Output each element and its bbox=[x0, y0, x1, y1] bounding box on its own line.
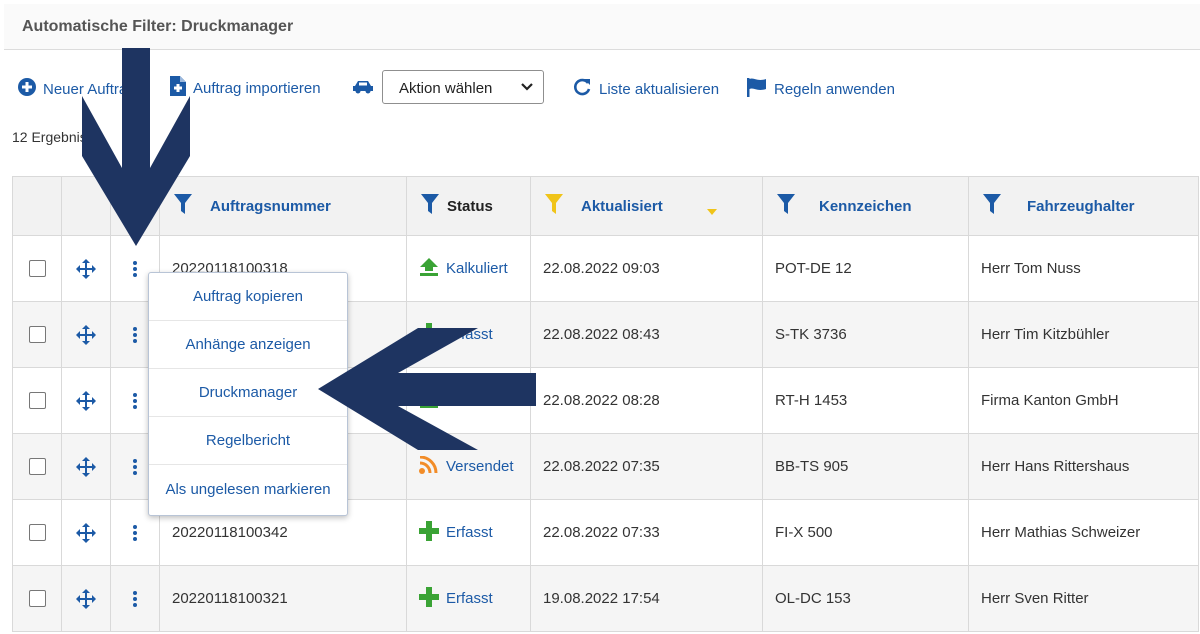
plate-cell: FI-X 500 bbox=[775, 524, 833, 541]
filter-icon[interactable] bbox=[421, 194, 439, 218]
filter-icon[interactable] bbox=[777, 194, 795, 218]
updated-cell: 22.08.2022 08:43 bbox=[543, 326, 660, 343]
menu-item-mark-unread[interactable]: Als ungelesen markieren bbox=[149, 465, 347, 513]
status-label: Erfasst bbox=[446, 524, 493, 541]
kebab-menu-icon[interactable] bbox=[133, 524, 137, 541]
page-title: Automatische Filter: Druckmanager bbox=[22, 18, 294, 35]
row-select-cell bbox=[12, 565, 62, 632]
flag-icon bbox=[747, 77, 767, 101]
row-move-cell bbox=[61, 433, 111, 500]
status-cell: Versendet bbox=[407, 455, 530, 478]
plate-cell: BB-TS 905 bbox=[775, 458, 849, 475]
owner-cell: Herr Mathias Schweizer bbox=[981, 524, 1141, 541]
row-select-cell bbox=[12, 499, 62, 566]
owner-cell: Herr Tim Kitzbühler bbox=[981, 326, 1110, 343]
updated-cell: 22.08.2022 07:35 bbox=[543, 458, 660, 475]
column-label-updated: Aktualisiert bbox=[581, 197, 663, 215]
kebab-menu-icon[interactable] bbox=[133, 590, 137, 607]
row-checkbox[interactable] bbox=[28, 590, 46, 607]
down-arrow-annotation bbox=[82, 48, 190, 246]
row-checkbox[interactable] bbox=[28, 524, 46, 541]
column-header-owner[interactable]: Fahrzeughalter bbox=[968, 176, 1199, 236]
column-header-plate[interactable]: Kennzeichen bbox=[762, 176, 969, 236]
table-row[interactable]: 20220118100321 Erfasst 19.08.2022 17:54 OL-… bbox=[12, 565, 1199, 632]
apply-rules-label: Regeln anwenden bbox=[774, 80, 895, 98]
action-select-value: Aktion wählen bbox=[399, 80, 493, 97]
order-number[interactable]: 20220118100342 bbox=[160, 524, 406, 541]
move-icon[interactable] bbox=[76, 588, 96, 609]
kebab-menu-icon[interactable] bbox=[133, 326, 137, 343]
plate-cell: POT-DE 12 bbox=[775, 260, 852, 277]
import-order-button[interactable]: Auftrag importieren bbox=[170, 76, 321, 100]
column-label-status: Status bbox=[447, 197, 493, 215]
chevron-down-icon bbox=[521, 78, 533, 99]
filter-active-icon[interactable] bbox=[545, 194, 563, 218]
move-icon[interactable] bbox=[76, 522, 96, 543]
menu-item-copy-order[interactable]: Auftrag kopieren bbox=[149, 273, 347, 321]
plate-cell: RT-H 1453 bbox=[775, 392, 848, 409]
row-move-cell bbox=[61, 565, 111, 632]
status-cell: Erfasst bbox=[407, 586, 530, 611]
row-checkbox[interactable] bbox=[28, 392, 46, 409]
row-move-cell bbox=[61, 301, 111, 368]
move-icon[interactable] bbox=[76, 390, 96, 411]
owner-cell: Herr Sven Ritter bbox=[981, 590, 1089, 607]
sort-desc-icon bbox=[707, 202, 717, 219]
title-bar: Automatische Filter: Druckmanager bbox=[4, 4, 1200, 50]
owner-cell: Firma Kanton GmbH bbox=[981, 392, 1119, 409]
status-label: Versendet bbox=[446, 458, 514, 475]
column-header-updated[interactable]: Aktualisiert bbox=[530, 176, 763, 236]
owner-cell: Herr Tom Nuss bbox=[981, 260, 1081, 277]
car-icon[interactable] bbox=[352, 80, 374, 99]
row-move-cell bbox=[61, 499, 111, 566]
row-checkbox[interactable] bbox=[28, 260, 46, 277]
status-cell: Erfasst bbox=[407, 520, 530, 545]
kebab-menu-icon[interactable] bbox=[133, 260, 137, 277]
row-select-cell bbox=[12, 301, 62, 368]
status-cell: Kalkuliert bbox=[407, 257, 530, 280]
column-label-owner: Fahrzeughalter bbox=[1027, 197, 1135, 215]
plate-cell: S-TK 3736 bbox=[775, 326, 847, 343]
row-select-cell bbox=[12, 433, 62, 500]
updated-cell: 22.08.2022 08:28 bbox=[543, 392, 660, 409]
status-label: Erfasst bbox=[446, 590, 493, 607]
refresh-list-button[interactable]: Liste aktualisieren bbox=[572, 77, 719, 101]
updated-cell: 22.08.2022 09:03 bbox=[543, 260, 660, 277]
header-select bbox=[12, 176, 62, 236]
green-plus-icon bbox=[419, 586, 439, 611]
updated-cell: 19.08.2022 17:54 bbox=[543, 590, 660, 607]
column-label-order-number: Auftragsnummer bbox=[210, 197, 331, 215]
order-number[interactable]: 20220118100321 bbox=[160, 590, 406, 607]
status-label: Kalkuliert bbox=[446, 260, 508, 277]
row-select-cell bbox=[12, 235, 62, 302]
column-header-status[interactable]: Status bbox=[406, 176, 531, 236]
upload-arrow-icon bbox=[419, 257, 439, 280]
apply-rules-button[interactable]: Regeln anwenden bbox=[747, 77, 895, 101]
green-plus-icon bbox=[419, 520, 439, 545]
column-header-order-number[interactable]: Auftragsnummer bbox=[159, 176, 407, 236]
kebab-menu-icon[interactable] bbox=[133, 458, 137, 475]
import-order-label: Auftrag importieren bbox=[193, 79, 321, 97]
action-select[interactable]: Aktion wählen bbox=[382, 70, 544, 104]
move-icon[interactable] bbox=[76, 258, 96, 279]
row-select-cell bbox=[12, 367, 62, 434]
move-icon[interactable] bbox=[76, 324, 96, 345]
plate-cell: OL-DC 153 bbox=[775, 590, 851, 607]
updated-cell: 22.08.2022 07:33 bbox=[543, 524, 660, 541]
filter-icon[interactable] bbox=[983, 194, 1001, 218]
move-icon[interactable] bbox=[76, 456, 96, 477]
row-checkbox[interactable] bbox=[28, 458, 46, 475]
column-label-plate: Kennzeichen bbox=[819, 197, 912, 215]
refresh-list-label: Liste aktualisieren bbox=[599, 80, 720, 98]
row-checkbox[interactable] bbox=[28, 326, 46, 343]
owner-cell: Herr Hans Rittershaus bbox=[981, 458, 1130, 475]
rss-icon bbox=[419, 455, 439, 478]
plus-circle-icon bbox=[18, 78, 36, 100]
refresh-icon bbox=[572, 77, 592, 101]
row-move-cell bbox=[61, 367, 111, 434]
kebab-menu-icon[interactable] bbox=[133, 392, 137, 409]
row-actions-cell bbox=[110, 565, 160, 632]
left-arrow-annotation bbox=[318, 328, 536, 450]
